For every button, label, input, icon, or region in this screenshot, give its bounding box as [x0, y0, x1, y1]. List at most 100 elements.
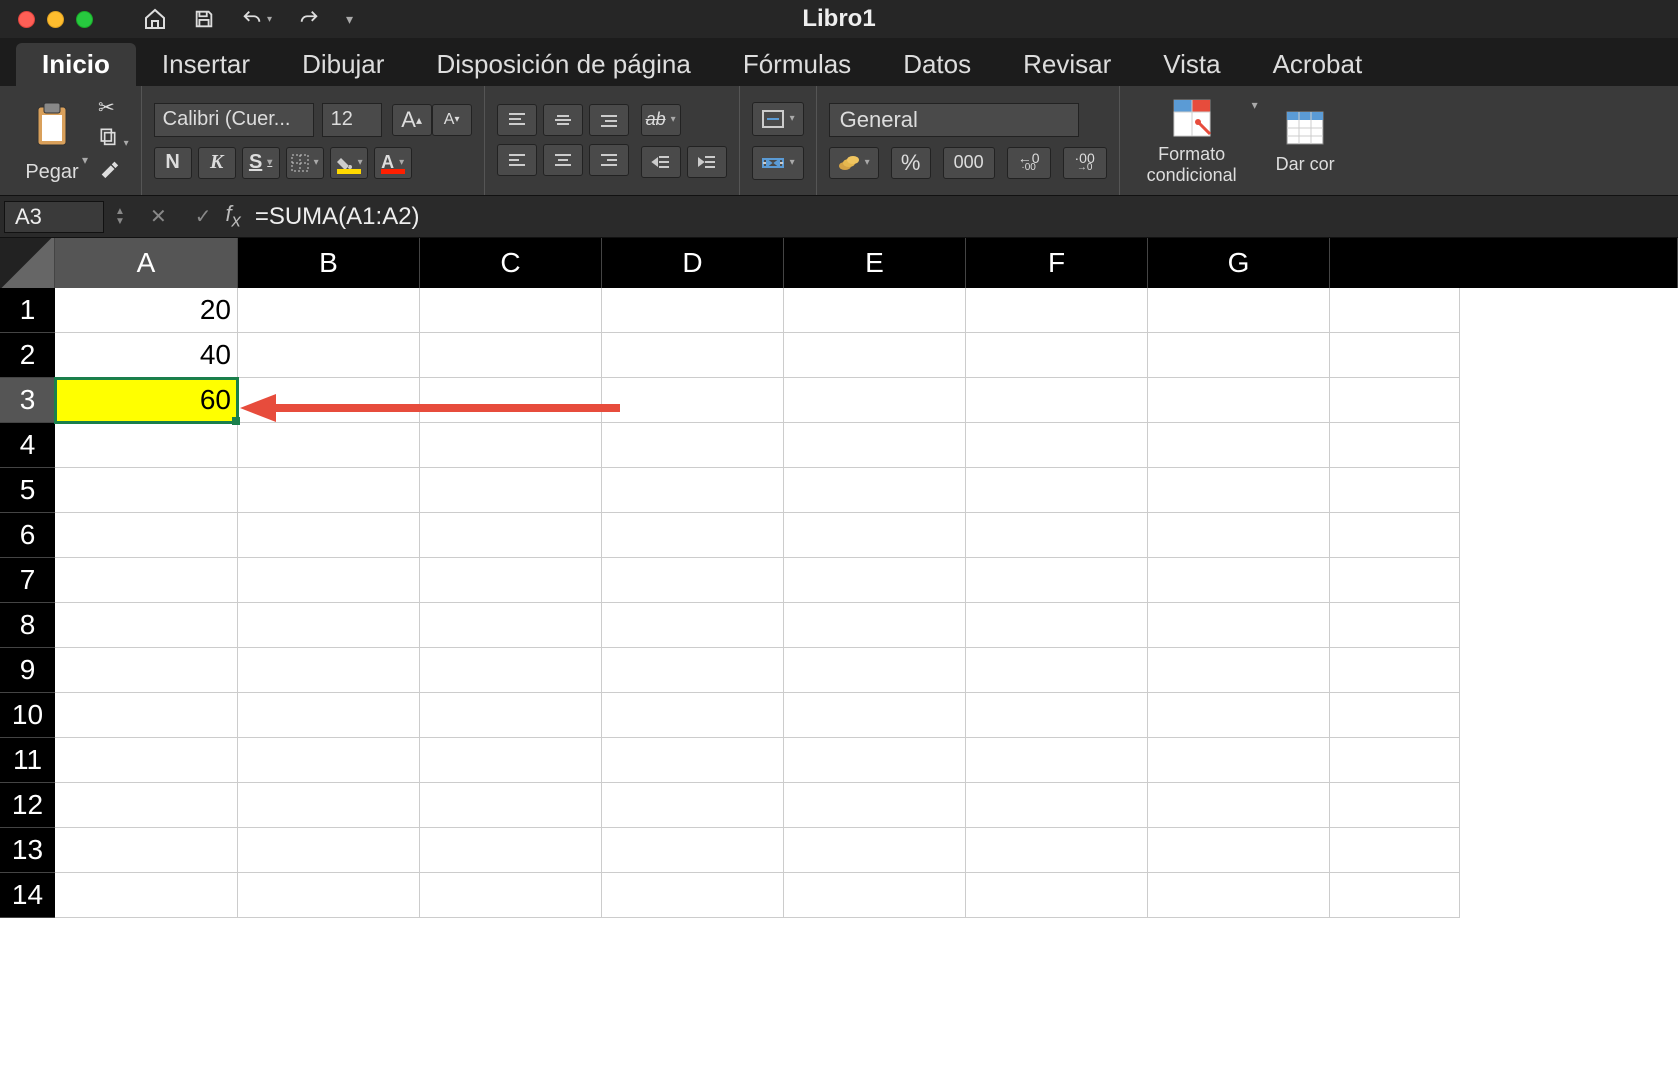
- cell-F10[interactable]: [966, 693, 1148, 738]
- increase-decimal-button[interactable]: ←0·00: [1007, 147, 1051, 179]
- cell-E10[interactable]: [784, 693, 966, 738]
- cell-E14[interactable]: [784, 873, 966, 918]
- formula-input[interactable]: [255, 196, 1678, 237]
- cell-A11[interactable]: [55, 738, 238, 783]
- cell-C11[interactable]: [420, 738, 602, 783]
- cell-A12[interactable]: [55, 783, 238, 828]
- cell-partial-row11[interactable]: [1330, 738, 1460, 783]
- row-header-2[interactable]: 2: [0, 333, 55, 378]
- cell-G3[interactable]: [1148, 378, 1330, 423]
- cell-B8[interactable]: [238, 603, 420, 648]
- cell-F9[interactable]: [966, 648, 1148, 693]
- cell-D13[interactable]: [602, 828, 784, 873]
- cell-A9[interactable]: [55, 648, 238, 693]
- cell-A8[interactable]: [55, 603, 238, 648]
- cell-E3[interactable]: [784, 378, 966, 423]
- cell-B5[interactable]: [238, 468, 420, 513]
- cell-partial-row7[interactable]: [1330, 558, 1460, 603]
- cell-E5[interactable]: [784, 468, 966, 513]
- cell-G5[interactable]: [1148, 468, 1330, 513]
- cell-F1[interactable]: [966, 288, 1148, 333]
- cell-E6[interactable]: [784, 513, 966, 558]
- decrease-font-button[interactable]: A▾: [432, 104, 472, 136]
- tab-dibujar[interactable]: Dibujar: [276, 43, 410, 86]
- cell-B12[interactable]: [238, 783, 420, 828]
- thousands-button[interactable]: 000: [943, 147, 995, 179]
- cell-C14[interactable]: [420, 873, 602, 918]
- cell-partial-row4[interactable]: [1330, 423, 1460, 468]
- cell-D5[interactable]: [602, 468, 784, 513]
- row-header-4[interactable]: 4: [0, 423, 55, 468]
- tab-inicio[interactable]: Inicio: [16, 43, 136, 86]
- cancel-formula-icon[interactable]: ✕: [150, 204, 167, 229]
- cell-B6[interactable]: [238, 513, 420, 558]
- cell-B7[interactable]: [238, 558, 420, 603]
- cell-G8[interactable]: [1148, 603, 1330, 648]
- cell-B3[interactable]: [238, 378, 420, 423]
- percent-button[interactable]: %: [891, 147, 931, 179]
- cell-F8[interactable]: [966, 603, 1148, 648]
- tab-revisar[interactable]: Revisar: [997, 43, 1137, 86]
- cell-G10[interactable]: [1148, 693, 1330, 738]
- row-header-13[interactable]: 13: [0, 828, 55, 873]
- increase-indent-button[interactable]: [687, 146, 727, 178]
- redo-button[interactable]: [298, 8, 320, 30]
- cell-D12[interactable]: [602, 783, 784, 828]
- cut-icon[interactable]: ✂: [98, 95, 129, 120]
- cond-format-dropdown[interactable]: ▾: [1252, 98, 1258, 112]
- cell-partial-row14[interactable]: [1330, 873, 1460, 918]
- cell-partial-row9[interactable]: [1330, 648, 1460, 693]
- cell-C12[interactable]: [420, 783, 602, 828]
- cell-A1[interactable]: 20: [55, 288, 238, 333]
- cell-B14[interactable]: [238, 873, 420, 918]
- paste-button[interactable]: [24, 97, 80, 153]
- tab-datos[interactable]: Datos: [877, 43, 997, 86]
- cell-F4[interactable]: [966, 423, 1148, 468]
- merge-cells-button[interactable]: [752, 146, 804, 180]
- cell-D11[interactable]: [602, 738, 784, 783]
- cell-F3[interactable]: [966, 378, 1148, 423]
- row-header-6[interactable]: 6: [0, 513, 55, 558]
- fx-icon[interactable]: fx: [226, 201, 241, 231]
- cell-G11[interactable]: [1148, 738, 1330, 783]
- bold-button[interactable]: N: [154, 147, 192, 179]
- cell-D3[interactable]: [602, 378, 784, 423]
- column-header-partial[interactable]: [1330, 238, 1678, 288]
- cell-G1[interactable]: [1148, 288, 1330, 333]
- cell-C1[interactable]: [420, 288, 602, 333]
- cell-E1[interactable]: [784, 288, 966, 333]
- column-header-B[interactable]: B: [238, 238, 420, 288]
- orientation-button[interactable]: ab: [641, 104, 681, 136]
- tab-disposicion[interactable]: Disposición de página: [410, 43, 716, 86]
- cell-D8[interactable]: [602, 603, 784, 648]
- column-header-F[interactable]: F: [966, 238, 1148, 288]
- align-middle-button[interactable]: [543, 104, 583, 136]
- row-header-14[interactable]: 14: [0, 873, 55, 918]
- cell-A2[interactable]: 40: [55, 333, 238, 378]
- cell-E11[interactable]: [784, 738, 966, 783]
- tab-vista[interactable]: Vista: [1137, 43, 1246, 86]
- cell-partial-row13[interactable]: [1330, 828, 1460, 873]
- cell-C4[interactable]: [420, 423, 602, 468]
- maximize-window-button[interactable]: [76, 11, 93, 28]
- borders-button[interactable]: [286, 147, 324, 179]
- cell-partial-row8[interactable]: [1330, 603, 1460, 648]
- cell-D14[interactable]: [602, 873, 784, 918]
- cell-partial-row3[interactable]: [1330, 378, 1460, 423]
- cell-partial-row10[interactable]: [1330, 693, 1460, 738]
- column-header-D[interactable]: D: [602, 238, 784, 288]
- row-header-3[interactable]: 3: [0, 378, 55, 423]
- copy-icon[interactable]: ▾: [98, 126, 129, 152]
- cell-C7[interactable]: [420, 558, 602, 603]
- cell-D4[interactable]: [602, 423, 784, 468]
- cell-B11[interactable]: [238, 738, 420, 783]
- number-format-select[interactable]: General: [829, 103, 1079, 137]
- cell-A4[interactable]: [55, 423, 238, 468]
- cell-C9[interactable]: [420, 648, 602, 693]
- cell-A13[interactable]: [55, 828, 238, 873]
- cell-D10[interactable]: [602, 693, 784, 738]
- accept-formula-icon[interactable]: ✓: [195, 204, 212, 229]
- row-header-8[interactable]: 8: [0, 603, 55, 648]
- tab-acrobat[interactable]: Acrobat: [1247, 43, 1389, 86]
- cell-B10[interactable]: [238, 693, 420, 738]
